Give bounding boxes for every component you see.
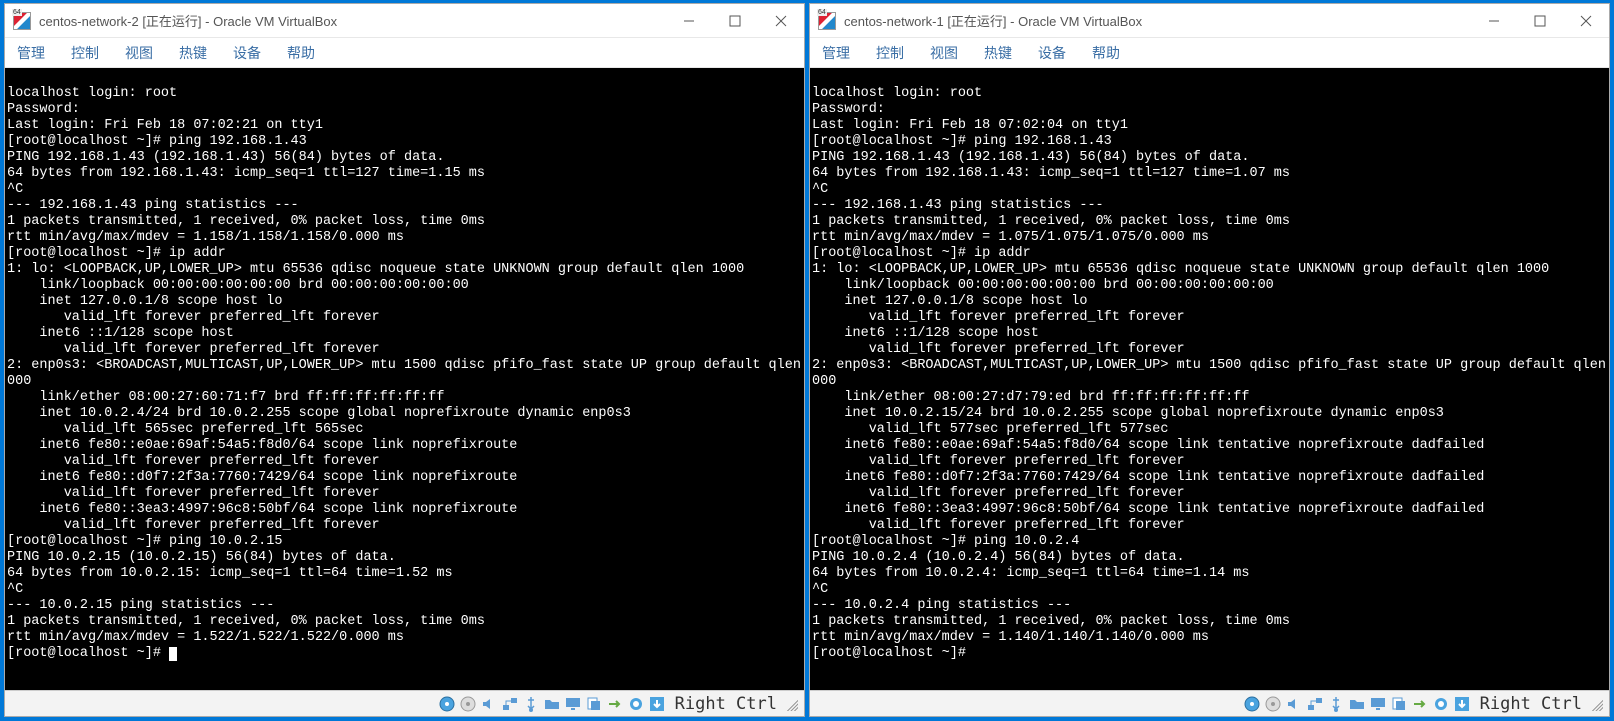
titlebar[interactable]: centos-network-1 [正在运行] - Oracle VM Virt… bbox=[810, 4, 1609, 38]
host-key-arrow-icon[interactable] bbox=[1453, 695, 1471, 713]
desktop: centos-network-2 [正在运行] - Oracle VM Virt… bbox=[0, 0, 1614, 721]
hdd-icon[interactable] bbox=[1243, 695, 1261, 713]
terminal[interactable]: localhost login: root Password: Last log… bbox=[5, 68, 804, 690]
virtualbox-icon bbox=[818, 12, 836, 30]
virtualbox-icon bbox=[13, 12, 31, 30]
vm-window: centos-network-2 [正在运行] - Oracle VM Virt… bbox=[4, 3, 805, 717]
menu-item[interactable]: 设备 bbox=[233, 43, 261, 63]
titlebar[interactable]: centos-network-2 [正在运行] - Oracle VM Virt… bbox=[5, 4, 804, 38]
window-title: centos-network-2 [正在运行] - Oracle VM Virt… bbox=[39, 11, 666, 30]
menu-item[interactable]: 管理 bbox=[822, 43, 850, 63]
window-controls bbox=[1471, 4, 1609, 37]
window-controls bbox=[666, 4, 804, 37]
close-button[interactable] bbox=[1563, 4, 1609, 37]
recording-icon[interactable] bbox=[627, 695, 645, 713]
usb-icon[interactable] bbox=[1327, 695, 1345, 713]
terminal[interactable]: localhost login: root Password: Last log… bbox=[810, 68, 1609, 690]
vm-window: centos-network-1 [正在运行] - Oracle VM Virt… bbox=[809, 3, 1610, 717]
maximize-button[interactable] bbox=[1517, 4, 1563, 37]
network-icon[interactable] bbox=[1306, 695, 1324, 713]
host-key-label: Right Ctrl bbox=[675, 694, 777, 714]
display-icon[interactable] bbox=[1369, 695, 1387, 713]
menubar: 管理 控制 视图 热键 设备 帮助 bbox=[5, 38, 804, 68]
menu-item[interactable]: 控制 bbox=[876, 43, 904, 63]
hdd-icon[interactable] bbox=[438, 695, 456, 713]
drag-drop-icon[interactable] bbox=[606, 695, 624, 713]
menubar: 管理 控制 视图 热键 设备 帮助 bbox=[810, 38, 1609, 68]
menu-item[interactable]: 设备 bbox=[1038, 43, 1066, 63]
resize-grip[interactable] bbox=[1589, 697, 1603, 711]
menu-item[interactable]: 热键 bbox=[179, 43, 207, 63]
shared-folder-icon[interactable] bbox=[543, 695, 561, 713]
minimize-button[interactable] bbox=[666, 4, 712, 37]
menu-item[interactable]: 视图 bbox=[125, 43, 153, 63]
drag-drop-icon[interactable] bbox=[1411, 695, 1429, 713]
resize-grip[interactable] bbox=[784, 697, 798, 711]
menu-item[interactable]: 帮助 bbox=[287, 43, 315, 63]
recording-icon[interactable] bbox=[1432, 695, 1450, 713]
menu-item[interactable]: 视图 bbox=[930, 43, 958, 63]
optical-icon[interactable] bbox=[1264, 695, 1282, 713]
window-title: centos-network-1 [正在运行] - Oracle VM Virt… bbox=[844, 11, 1471, 30]
host-key-arrow-icon[interactable] bbox=[648, 695, 666, 713]
clipboard-icon[interactable] bbox=[1390, 695, 1408, 713]
optical-icon[interactable] bbox=[459, 695, 477, 713]
display-icon[interactable] bbox=[564, 695, 582, 713]
maximize-button[interactable] bbox=[712, 4, 758, 37]
usb-icon[interactable] bbox=[522, 695, 540, 713]
menu-item[interactable]: 帮助 bbox=[1092, 43, 1120, 63]
host-key-label: Right Ctrl bbox=[1480, 694, 1582, 714]
statusbar: Right Ctrl bbox=[810, 690, 1609, 716]
audio-icon[interactable] bbox=[1285, 695, 1303, 713]
clipboard-icon[interactable] bbox=[585, 695, 603, 713]
menu-item[interactable]: 热键 bbox=[984, 43, 1012, 63]
menu-item[interactable]: 控制 bbox=[71, 43, 99, 63]
statusbar: Right Ctrl bbox=[5, 690, 804, 716]
network-icon[interactable] bbox=[501, 695, 519, 713]
menu-item[interactable]: 管理 bbox=[17, 43, 45, 63]
minimize-button[interactable] bbox=[1471, 4, 1517, 37]
audio-icon[interactable] bbox=[480, 695, 498, 713]
close-button[interactable] bbox=[758, 4, 804, 37]
text-cursor bbox=[169, 647, 177, 661]
shared-folder-icon[interactable] bbox=[1348, 695, 1366, 713]
